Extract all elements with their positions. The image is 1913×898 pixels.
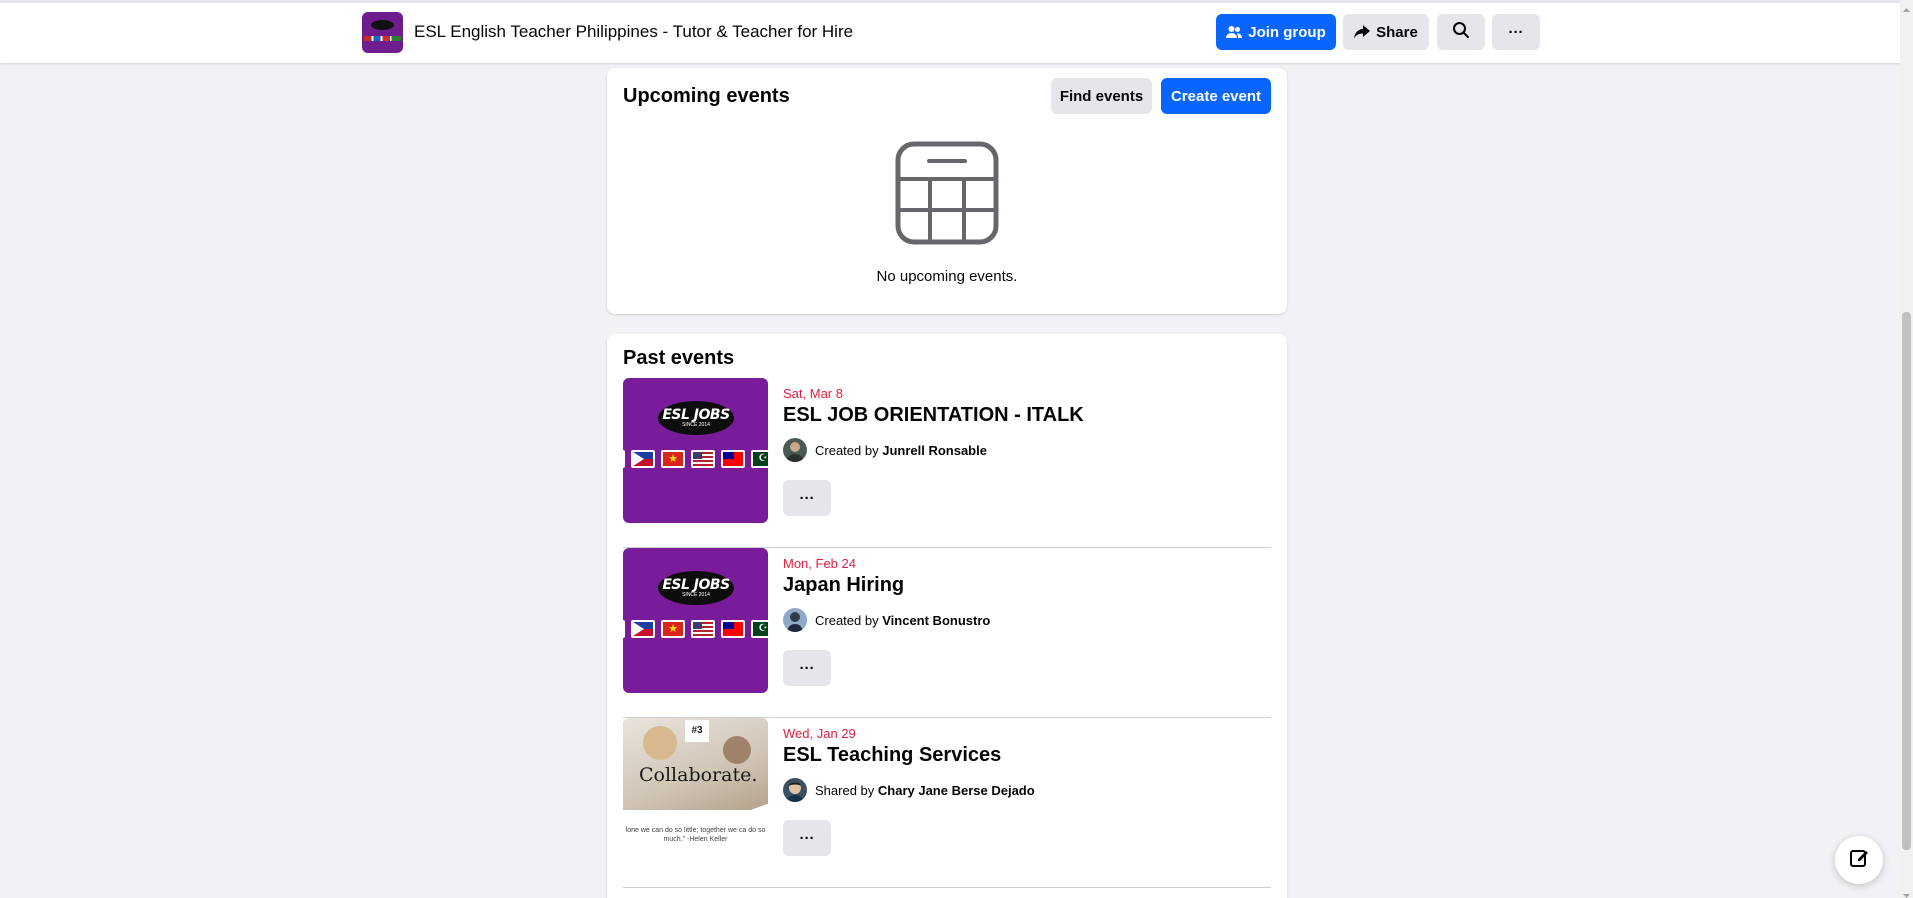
- thumb-quote: lone we can do so little; together we ca…: [625, 827, 766, 843]
- event-more-button[interactable]: ···: [783, 820, 831, 856]
- more-dots-icon: ···: [799, 829, 815, 847]
- event-thumbnail[interactable]: ESL JOBS SINCE 2014 ★ ☪: [623, 378, 768, 523]
- event-date: Sat, Mar 8: [783, 386, 843, 401]
- compose-message-button[interactable]: [1835, 836, 1883, 884]
- sharer-name-link[interactable]: Chary Jane Berse Dejado: [878, 783, 1035, 798]
- share-arrow-icon: [1354, 25, 1371, 39]
- more-dots-icon: ···: [799, 489, 815, 507]
- share-button[interactable]: Share: [1343, 14, 1429, 50]
- scroll-down-arrow-icon[interactable]: [1902, 887, 1911, 898]
- upcoming-events-title: Upcoming events: [623, 85, 790, 107]
- share-label: Share: [1376, 23, 1418, 41]
- event-title[interactable]: ESL JOB ORIENTATION - ITALK: [783, 404, 1084, 427]
- esl-jobs-logo: ESL JOBS SINCE 2014: [658, 401, 734, 435]
- event-date: Wed, Jan 29: [783, 726, 856, 741]
- thumb-caption: Collaborate.: [639, 764, 758, 786]
- find-events-button[interactable]: Find events: [1051, 78, 1152, 114]
- group-avatar[interactable]: [362, 12, 403, 53]
- event-creator: Created by Junrell Ronsable: [815, 443, 987, 458]
- scrollbar-thumb[interactable]: [1902, 312, 1911, 850]
- event-thumbnail[interactable]: #3 Collaborate. lone we can do so little…: [623, 718, 768, 863]
- event-title[interactable]: ESL Teaching Services: [783, 744, 1001, 767]
- event-more-button[interactable]: ···: [783, 650, 831, 686]
- event-more-button[interactable]: ···: [783, 480, 831, 516]
- avatar[interactable]: [783, 438, 807, 462]
- past-event-item[interactable]: ESL JOBS SINCE 2014 ★ ☪ Mon, Feb 24 Japan…: [623, 548, 1271, 718]
- past-event-item[interactable]: ESL JOBS SINCE 2014 ★ ☪ Sat, Mar 8 ESL JO…: [623, 378, 1271, 548]
- upcoming-events-card: Upcoming events Find events Create event…: [607, 68, 1287, 314]
- past-events-card: Past events ESL JOBS SINCE 2014 ★ ☪ Sat, …: [607, 334, 1287, 898]
- join-group-button[interactable]: Join group: [1216, 14, 1336, 50]
- people-icon: [1226, 25, 1243, 39]
- past-events-title: Past events: [623, 347, 735, 369]
- find-events-label: Find events: [1059, 87, 1144, 105]
- more-options-button[interactable]: ···: [1492, 14, 1540, 50]
- avatar[interactable]: [783, 778, 807, 802]
- event-creator: Created by Vincent Bonustro: [815, 613, 991, 628]
- event-date: Mon, Feb 24: [783, 556, 856, 571]
- avatar[interactable]: [783, 608, 807, 632]
- thumb-badge: #3: [685, 720, 709, 742]
- event-sharer: Shared by Chary Jane Berse Dejado: [815, 783, 1035, 798]
- group-name[interactable]: ESL English Teacher Philippines - Tutor …: [414, 22, 853, 42]
- country-flags: ★ ☪: [623, 620, 768, 638]
- country-flags: ★ ☪: [623, 450, 768, 468]
- create-event-label: Create event: [1170, 87, 1262, 105]
- compose-icon: [1849, 848, 1869, 873]
- past-event-item[interactable]: #3 Collaborate. lone we can do so little…: [623, 718, 1271, 888]
- more-dots-icon: ···: [799, 659, 815, 677]
- search-icon: [1452, 21, 1470, 43]
- group-header-bar: ESL English Teacher Philippines - Tutor …: [0, 0, 1900, 63]
- calendar-icon: [895, 141, 999, 250]
- search-button[interactable]: [1437, 14, 1485, 50]
- scroll-up-arrow-icon[interactable]: [1902, 2, 1911, 12]
- join-group-label: Join group: [1248, 23, 1326, 41]
- divider: [623, 887, 1271, 888]
- no-upcoming-events-text: No upcoming events.: [876, 268, 1018, 285]
- more-dots-icon: ···: [1508, 23, 1524, 41]
- creator-name-link[interactable]: Junrell Ronsable: [882, 443, 987, 458]
- page-scrollbar[interactable]: [1900, 0, 1913, 898]
- esl-jobs-logo: ESL JOBS SINCE 2014: [658, 571, 734, 605]
- create-event-button[interactable]: Create event: [1161, 78, 1271, 114]
- event-thumbnail[interactable]: ESL JOBS SINCE 2014 ★ ☪: [623, 548, 768, 693]
- creator-name-link[interactable]: Vincent Bonustro: [882, 613, 990, 628]
- event-title[interactable]: Japan Hiring: [783, 574, 904, 597]
